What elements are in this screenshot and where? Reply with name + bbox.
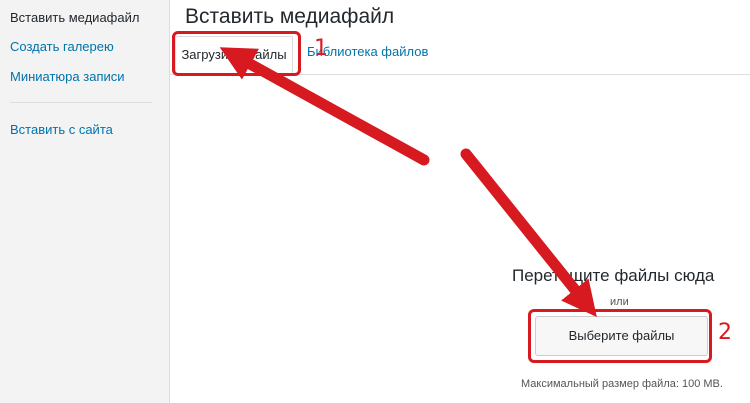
media-sidebar: Вставить медиафайл Создать галерею Миниа…	[0, 0, 170, 403]
or-separator-text: или	[610, 296, 629, 308]
sidebar-item-insert-media[interactable]: Вставить медиафайл	[10, 10, 139, 25]
page-title: Вставить медиафайл	[185, 5, 395, 28]
sidebar-item-create-gallery[interactable]: Создать галерею	[10, 39, 114, 54]
drop-zone-instructions: Перетащите файлы сюда	[512, 266, 715, 285]
sidebar-item-featured-image[interactable]: Миниатюра записи	[10, 69, 125, 84]
max-upload-size-text: Максимальный размер файла: 100 MB.	[521, 378, 723, 390]
sidebar-separator	[10, 102, 152, 103]
annotation-number-1: 1	[314, 36, 328, 61]
annotation-number-2: 2	[718, 320, 732, 345]
highlight-select-button	[528, 309, 712, 363]
sidebar-item-insert-from-url[interactable]: Вставить с сайта	[10, 122, 113, 137]
highlight-upload-tab	[172, 31, 301, 76]
